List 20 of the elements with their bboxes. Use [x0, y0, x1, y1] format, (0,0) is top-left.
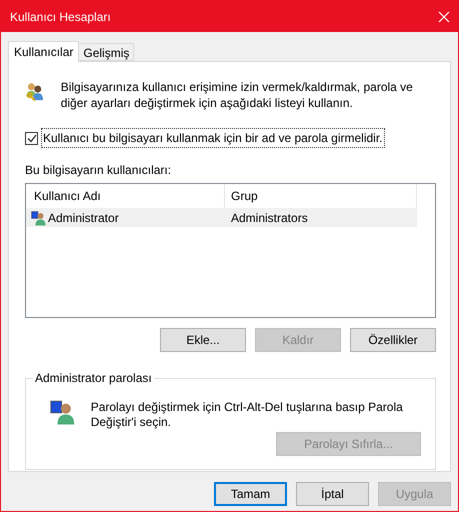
button[interactable]: Tamam — [214, 482, 287, 506]
button[interactable]: Özellikler — [350, 328, 436, 352]
users-label: Bu bilgisayarın kullanıcıları: — [25, 162, 172, 179]
list-row[interactable]: Administrator Administrators — [26, 208, 417, 227]
tab[interactable]: Gelişmiş — [79, 43, 134, 61]
group-title: Administrator parolası — [33, 370, 154, 386]
checkbox-label: Kullanıcı bu bilgisayarı kullanmak için bir ad ve parola girmelidir. — [41, 128, 384, 148]
checkbox[interactable] — [25, 132, 38, 144]
admin-user-icon — [31, 210, 47, 226]
checkmark-icon — [26, 134, 36, 142]
tab[interactable]: Kullanıcılar — [8, 41, 80, 62]
button[interactable]: Ekle... — [160, 328, 246, 352]
window-title: Kullanıcı Hesapları — [10, 8, 111, 26]
password-hint: Parolayı değiştirmek için Ctrl-Alt-Del tuşlarına basıp Parola Değiştir'i seçin. — [90, 400, 404, 430]
close-icon[interactable] — [438, 10, 450, 22]
intro-text: Bilgisayarınıza kullanıcı erişimine izin vermek/kaldırmak, parola ve diğer ayarları değiştirmek için aşağıdaki listeyi kullanın. — [60, 79, 414, 111]
require-password-checkbox[interactable]: Kullanıcı bu bilgisayarı kullanmak için bir ad ve parola girmelidir. — [25, 128, 436, 148]
button[interactable]: İptal — [296, 482, 369, 506]
table-cell-text: Administrator — [48, 210, 119, 226]
table-cell-text: Administrators — [230, 210, 308, 226]
